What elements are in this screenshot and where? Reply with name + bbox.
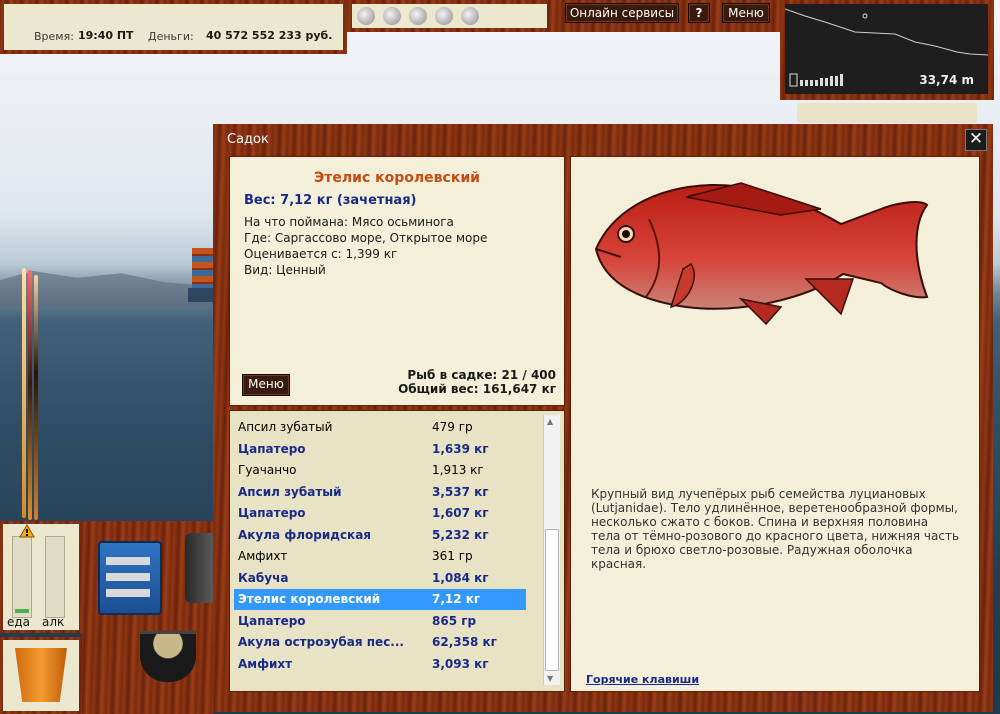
fish-weight: Вес: 7,12 кг (зачетная) [244,193,417,208]
food-label: еда [7,615,31,629]
scroll-down-icon[interactable]: ▼ [547,674,553,683]
scroll-up-icon[interactable]: ▲ [547,417,553,426]
list-item-weight: 1,084 кг [432,570,489,585]
tackle-box-icon[interactable] [98,541,162,615]
hotkeys-link[interactable]: Горячие клавиши [586,673,699,686]
lure-icon[interactable] [461,7,479,25]
list-item-name: Цапатеро [238,613,306,628]
list-item-name: Гуачанчо [238,463,297,477]
fish-kind: Вид: Ценный [244,263,326,277]
list-item-name: Акула флоридская [238,527,372,542]
fish-description: Крупный вид лучепёрых рыб семейства луци… [591,487,960,571]
lure-icon[interactable] [435,7,453,25]
lure-icon[interactable] [383,7,401,25]
lure-slots [352,4,547,28]
list-item[interactable]: Амфихт 3,093 кг [234,654,526,675]
lure-icon[interactable] [409,7,427,25]
fishing-rod[interactable] [34,275,38,520]
list-item-weight: 1,607 кг [432,506,489,520]
list-item[interactable]: Амфихт 361 гр [234,546,526,567]
list-item-name: Цапатеро [238,441,306,456]
lure-icon[interactable] [357,7,375,25]
fish-name: Этелис королевский [314,170,480,186]
time-value: 19:40 ПТ [78,29,134,42]
depth-readout: 33,74 m [919,73,974,87]
list-item-weight: 361 гр [432,549,473,563]
list-item-weight: 1,639 кг [432,441,489,456]
help-button[interactable]: ? [688,3,710,23]
warning-icon [19,524,35,538]
list-item[interactable]: Апсил зубатый 3,537 кг [234,482,526,503]
bucket-icon[interactable] [15,648,67,702]
fishing-rod[interactable] [22,268,26,518]
status-bar: Время: 19:40 ПТ Деньги: 40 572 552 233 р… [0,0,347,54]
scrollbar-thumb[interactable] [545,529,559,671]
money-value: 40 572 552 233 руб. [206,29,333,42]
main-menu-button[interactable]: Меню [722,3,770,23]
fish-picture-panel: Крупный вид лучепёрых рыб семейства луци… [570,156,980,692]
food-gauge-fill [15,609,29,613]
list-item-weight: 3,093 кг [432,656,489,671]
fish-info-panel: Этелис королевский Вес: 7,12 кг (зачетна… [229,156,565,406]
list-item-name: Этелис королевский [238,592,381,606]
keepnet-menu-button[interactable]: Меню [242,374,290,396]
rated-from: Оценивается с: 1,399 кг [244,247,398,261]
total-weight: Общий вес: 161,647 кг [398,382,556,396]
list-item-selected[interactable]: Этелис королевский 7,12 кг [234,589,526,610]
list-item[interactable]: Гуачанчо 1,913 кг [234,460,526,481]
red-snapper-image [594,182,929,326]
list-item[interactable]: Акула остроэубая пес... 62,358 кг [234,632,526,653]
cooking-pot-icon[interactable] [140,631,196,682]
close-button[interactable]: ✕ [965,129,987,151]
food-gauge [12,536,32,618]
list-item-weight: 3,537 кг [432,484,489,499]
list-item-weight: 5,232 кг [432,527,489,542]
catch-location: Где: Саргассово море, Открытое море [244,231,488,245]
scroll-banner [797,103,977,123]
list-item[interactable]: Цапатеро 1,607 кг [234,503,526,524]
list-item[interactable]: Акула флоридская 5,232 кг [234,525,526,546]
time-label: Время: [34,30,74,43]
list-item-name: Цапатеро [238,506,306,520]
needs-gauges: еда алк [0,521,82,633]
list-item-name: Апсил зубатый [238,420,333,434]
online-services-button[interactable]: Онлайн сервисы [565,3,679,23]
battery-icon [789,73,843,87]
backpack-icon[interactable] [185,533,213,603]
keepnet-window: Садок ✕ Этелис королевский Вес: 7,12 кг … [213,124,993,712]
alcohol-gauge [45,536,65,618]
list-item-weight: 7,12 кг [432,592,481,606]
alcohol-label: алк [42,615,65,629]
list-item-name: Апсил зубатый [238,484,342,499]
list-item-name: Акула остроэубая пес... [238,635,404,649]
list-item-weight: 62,358 кг [432,635,497,649]
list-item[interactable]: Цапатеро 1,639 кг [234,439,526,460]
list-item[interactable]: Кабуча 1,084 кг [234,568,526,589]
inventory-shelf [82,521,213,714]
list-item[interactable]: Цапатеро 865 гр [234,611,526,632]
list-item-name: Амфихт [238,549,288,563]
fish-list: Апсил зубатый 479 гр Цапатеро 1,639 кг Гуача… [229,410,565,692]
list-item-name: Амфихт [238,656,293,671]
money-label: Деньги: [148,30,194,43]
list-scrollbar[interactable]: ▲ ▼ [543,415,560,685]
list-item[interactable]: Апсил зубатый 479 гр [234,417,526,438]
caught-on: На что поймана: Мясо осьминога [244,215,454,229]
depth-map: 33,74 m [780,0,994,100]
list-item-weight: 865 гр [432,613,477,628]
cargo-ship [188,240,216,302]
fish-count: Рыб в садке: 21 / 400 [407,368,556,382]
list-item-weight: 479 гр [432,420,473,434]
list-item-name: Кабуча [238,570,289,585]
bucket-slot [0,637,82,714]
fishing-rod[interactable] [28,270,32,520]
mountains [0,271,220,307]
window-title: Садок [227,132,269,147]
list-item-weight: 1,913 кг [432,463,484,477]
